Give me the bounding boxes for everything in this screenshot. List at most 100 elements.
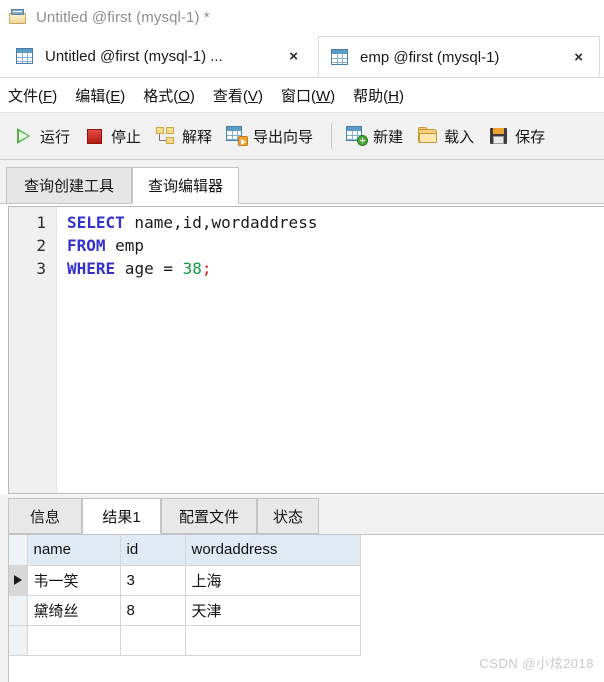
- new-query-icon: [346, 126, 369, 146]
- menu-file-accel: F: [43, 87, 53, 105]
- table-row[interactable]: 黛绮丝 8 天津: [9, 595, 361, 626]
- export-wizard-button[interactable]: 导出向导: [221, 117, 318, 155]
- load-button-label: 载入: [444, 128, 475, 146]
- document-tab-emp-label: emp @first (mysql-1): [360, 48, 500, 66]
- run-button-label: 运行: [40, 128, 71, 146]
- query-mode-tabs: 查询创建工具 查询编辑器: [0, 160, 604, 204]
- save-button-label: 保存: [515, 128, 546, 146]
- new-query-button-label: 新建: [373, 128, 404, 146]
- play-icon: [13, 126, 35, 146]
- table-header-row: name id wordaddress: [9, 535, 361, 566]
- close-icon[interactable]: ×: [289, 49, 298, 64]
- cell-empty: [27, 625, 121, 656]
- menubar: 文件(F) 编辑(E) 格式(O) 查看(V) 窗口(W) 帮助(H): [0, 78, 604, 112]
- window-title: Untitled @first (mysql-1) *: [36, 8, 210, 26]
- menu-view-text: 查看: [212, 87, 243, 105]
- stop-button[interactable]: 停止: [79, 117, 146, 155]
- sql-keyword: FROM: [67, 236, 106, 255]
- cell-wordaddress[interactable]: 天津: [185, 595, 361, 626]
- menu-format-accel: O: [178, 87, 190, 105]
- query-file-icon: [8, 8, 28, 26]
- explain-button[interactable]: 解释: [150, 117, 217, 155]
- menu-format[interactable]: 格式(O): [143, 85, 195, 106]
- menu-edit-accel: E: [110, 87, 121, 105]
- cell-id[interactable]: 3: [120, 565, 186, 596]
- tab-query-editor[interactable]: 查询编辑器: [132, 167, 239, 204]
- cell-empty: [120, 625, 186, 656]
- sql-text: name,id,wordaddress: [124, 213, 318, 232]
- cell-wordaddress[interactable]: 上海: [185, 565, 361, 596]
- stop-icon: [84, 126, 106, 146]
- document-tab-untitled[interactable]: Untitled @first (mysql-1) ... ×: [4, 36, 314, 77]
- editor-gutter: 1 2 3: [9, 207, 57, 493]
- current-row-marker-icon: [13, 574, 22, 585]
- tab-query-builder[interactable]: 查询创建工具: [6, 167, 132, 204]
- sql-keyword: SELECT: [67, 213, 125, 232]
- sql-terminator: ;: [201, 259, 212, 278]
- floppy-disk-icon: [488, 126, 510, 146]
- column-header-id[interactable]: id: [120, 535, 186, 566]
- cell-empty: [185, 625, 361, 656]
- line-number: 2: [36, 236, 46, 255]
- cell-name[interactable]: 黛绮丝: [27, 595, 121, 626]
- sql-code-area[interactable]: SELECT name,id,wordaddress FROM emp WHER…: [57, 207, 604, 493]
- menu-help[interactable]: 帮助(H): [353, 85, 404, 106]
- tab-status[interactable]: 状态: [257, 498, 319, 534]
- table-grid-icon: [329, 48, 351, 67]
- menu-edit[interactable]: 编辑(E): [75, 85, 125, 106]
- sql-text: emp: [105, 236, 145, 255]
- save-button[interactable]: 保存: [483, 117, 550, 155]
- close-icon[interactable]: ×: [574, 50, 583, 65]
- menu-window[interactable]: 窗口(W): [281, 85, 335, 106]
- cell-name[interactable]: 韦一笑: [27, 565, 121, 596]
- row-selector-header: [9, 535, 28, 566]
- toolbar-separator: [331, 123, 333, 149]
- cell-id[interactable]: 8: [120, 595, 186, 626]
- menu-help-accel: H: [388, 87, 399, 105]
- menu-window-accel: W: [315, 87, 331, 105]
- document-tabstrip: Untitled @first (mysql-1) ... × emp @fir…: [0, 34, 604, 78]
- stop-button-label: 停止: [111, 128, 142, 146]
- menu-window-text: 窗口: [280, 87, 311, 105]
- result-table: name id wordaddress 韦一笑 3 上海 黛绮丝 8 天津: [9, 535, 361, 656]
- menu-view-accel: V: [247, 87, 258, 105]
- line-number: 3: [36, 259, 46, 278]
- navicat-query-window: Untitled @first (mysql-1) * Untitled @fi…: [0, 0, 604, 682]
- folder-open-icon: [417, 126, 439, 146]
- menu-view[interactable]: 查看(V): [213, 85, 263, 106]
- tab-profile[interactable]: 配置文件: [161, 498, 257, 534]
- menu-file[interactable]: 文件(F): [8, 85, 57, 106]
- menu-edit-text: 编辑: [75, 87, 106, 105]
- menu-help-text: 帮助: [353, 87, 384, 105]
- sql-line-1: SELECT name,id,wordaddress: [67, 211, 317, 234]
- explain-button-label: 解释: [182, 128, 213, 146]
- sql-line-2: FROM emp: [67, 234, 144, 257]
- toolbar: 运行 停止 解释 导出向导 新建 载入 保存: [0, 112, 604, 160]
- run-button[interactable]: 运行: [8, 117, 75, 155]
- tab-info[interactable]: 信息: [8, 498, 82, 534]
- export-wizard-icon: [226, 126, 249, 146]
- load-button[interactable]: 载入: [412, 117, 479, 155]
- export-wizard-button-label: 导出向导: [253, 128, 314, 146]
- column-header-wordaddress[interactable]: wordaddress: [185, 535, 361, 566]
- column-header-name[interactable]: name: [27, 535, 121, 566]
- sql-keyword: WHERE: [67, 259, 116, 278]
- table-row[interactable]: 韦一笑 3 上海: [9, 565, 361, 596]
- table-row-empty: [9, 625, 361, 656]
- sql-number: 38: [182, 259, 202, 278]
- tab-result-1[interactable]: 结果1: [82, 498, 161, 534]
- sql-editor[interactable]: 1 2 3 SELECT name,id,wordaddress FROM em…: [8, 206, 604, 494]
- explain-plan-icon: [155, 126, 177, 146]
- row-selector[interactable]: [9, 565, 28, 596]
- query-grid-icon: [14, 47, 36, 66]
- row-selector-empty: [9, 625, 28, 656]
- row-selector[interactable]: [9, 595, 28, 626]
- sql-line-3: WHERE age = 38;: [67, 257, 212, 280]
- document-tab-emp[interactable]: emp @first (mysql-1) ×: [318, 36, 600, 77]
- line-number: 1: [36, 213, 46, 232]
- result-tabs: 信息 结果1 配置文件 状态: [0, 495, 604, 534]
- results-pane: 信息 结果1 配置文件 状态 name id wordaddress 韦一笑 3…: [0, 495, 604, 682]
- new-query-button[interactable]: 新建: [341, 117, 408, 155]
- watermark: CSDN @小炫2018: [479, 656, 594, 671]
- menu-format-text: 格式: [143, 87, 174, 105]
